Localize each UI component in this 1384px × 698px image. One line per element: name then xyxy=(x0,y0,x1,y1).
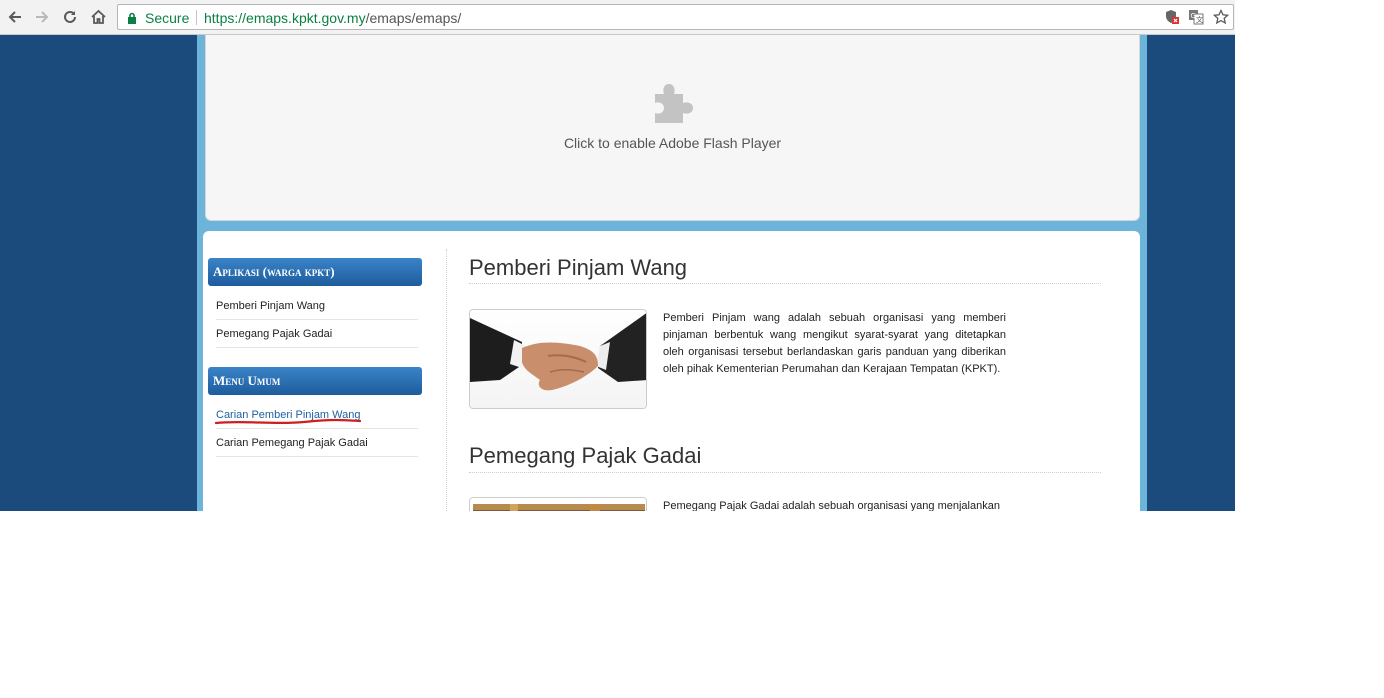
sidebar-item-pemberi-pinjam-wang[interactable]: Pemberi Pinjam Wang xyxy=(216,292,418,320)
shield-icon[interactable] xyxy=(1164,9,1180,25)
sidebar-header-aplikasi: Aplikasi (warga kpkt) xyxy=(208,258,422,286)
content-panel: Aplikasi (warga kpkt) Pemberi Pinjam Wan… xyxy=(203,231,1140,511)
url-text[interactable]: https://emaps.kpkt.gov.my/emaps/emaps/ xyxy=(204,10,461,26)
section-text-pemberi: Pemberi Pinjam wang adalah sebuah organi… xyxy=(663,312,1006,375)
url-host: emaps.kpkt.gov.my xyxy=(246,10,366,26)
back-icon[interactable] xyxy=(3,5,27,29)
sidebar-header-menu-umum: Menu Umum xyxy=(208,367,422,395)
handshake-image xyxy=(469,309,647,409)
section-title-pemberi: Pemberi Pinjam Wang xyxy=(469,255,688,280)
sidebar-item-pemegang-pajak-gadai[interactable]: Pemegang Pajak Gadai xyxy=(216,320,418,348)
translate-icon[interactable]: G文 xyxy=(1188,9,1204,25)
home-icon[interactable] xyxy=(86,5,110,29)
pawn-image xyxy=(469,497,647,511)
forward-icon[interactable] xyxy=(30,5,54,29)
url-scheme: https:// xyxy=(204,10,247,26)
star-icon[interactable] xyxy=(1212,8,1230,25)
url-path: /emaps/emaps/ xyxy=(365,10,462,26)
title-rule xyxy=(469,472,1101,473)
annotation-underline xyxy=(214,418,362,425)
column-divider xyxy=(446,249,447,511)
separator xyxy=(196,10,197,25)
reload-icon[interactable] xyxy=(58,5,82,29)
secure-label: Secure xyxy=(145,10,190,26)
title-rule xyxy=(469,283,1101,284)
browser-toolbar: Secure https://emaps.kpkt.gov.my/emaps/e… xyxy=(0,0,1235,35)
svg-text:文: 文 xyxy=(1196,15,1203,24)
puzzle-icon xyxy=(651,82,695,131)
sidebar-item-carian-pemegang-pajak-gadai[interactable]: Carian Pemegang Pajak Gadai xyxy=(216,429,418,457)
flash-message: Click to enable Adobe Flash Player xyxy=(563,135,782,151)
address-bar[interactable]: Secure https://emaps.kpkt.gov.my/emaps/e… xyxy=(117,4,1234,30)
lock-icon xyxy=(127,11,137,29)
page-viewport: Click to enable Adobe Flash Player Aplik… xyxy=(0,35,1235,511)
section-text-pemegang: Pemegang Pajak Gadai adalah sebuah organ… xyxy=(663,500,1000,511)
flash-placeholder[interactable]: Click to enable Adobe Flash Player xyxy=(205,35,1140,221)
section-title-pemegang: Pemegang Pajak Gadai xyxy=(469,443,702,468)
